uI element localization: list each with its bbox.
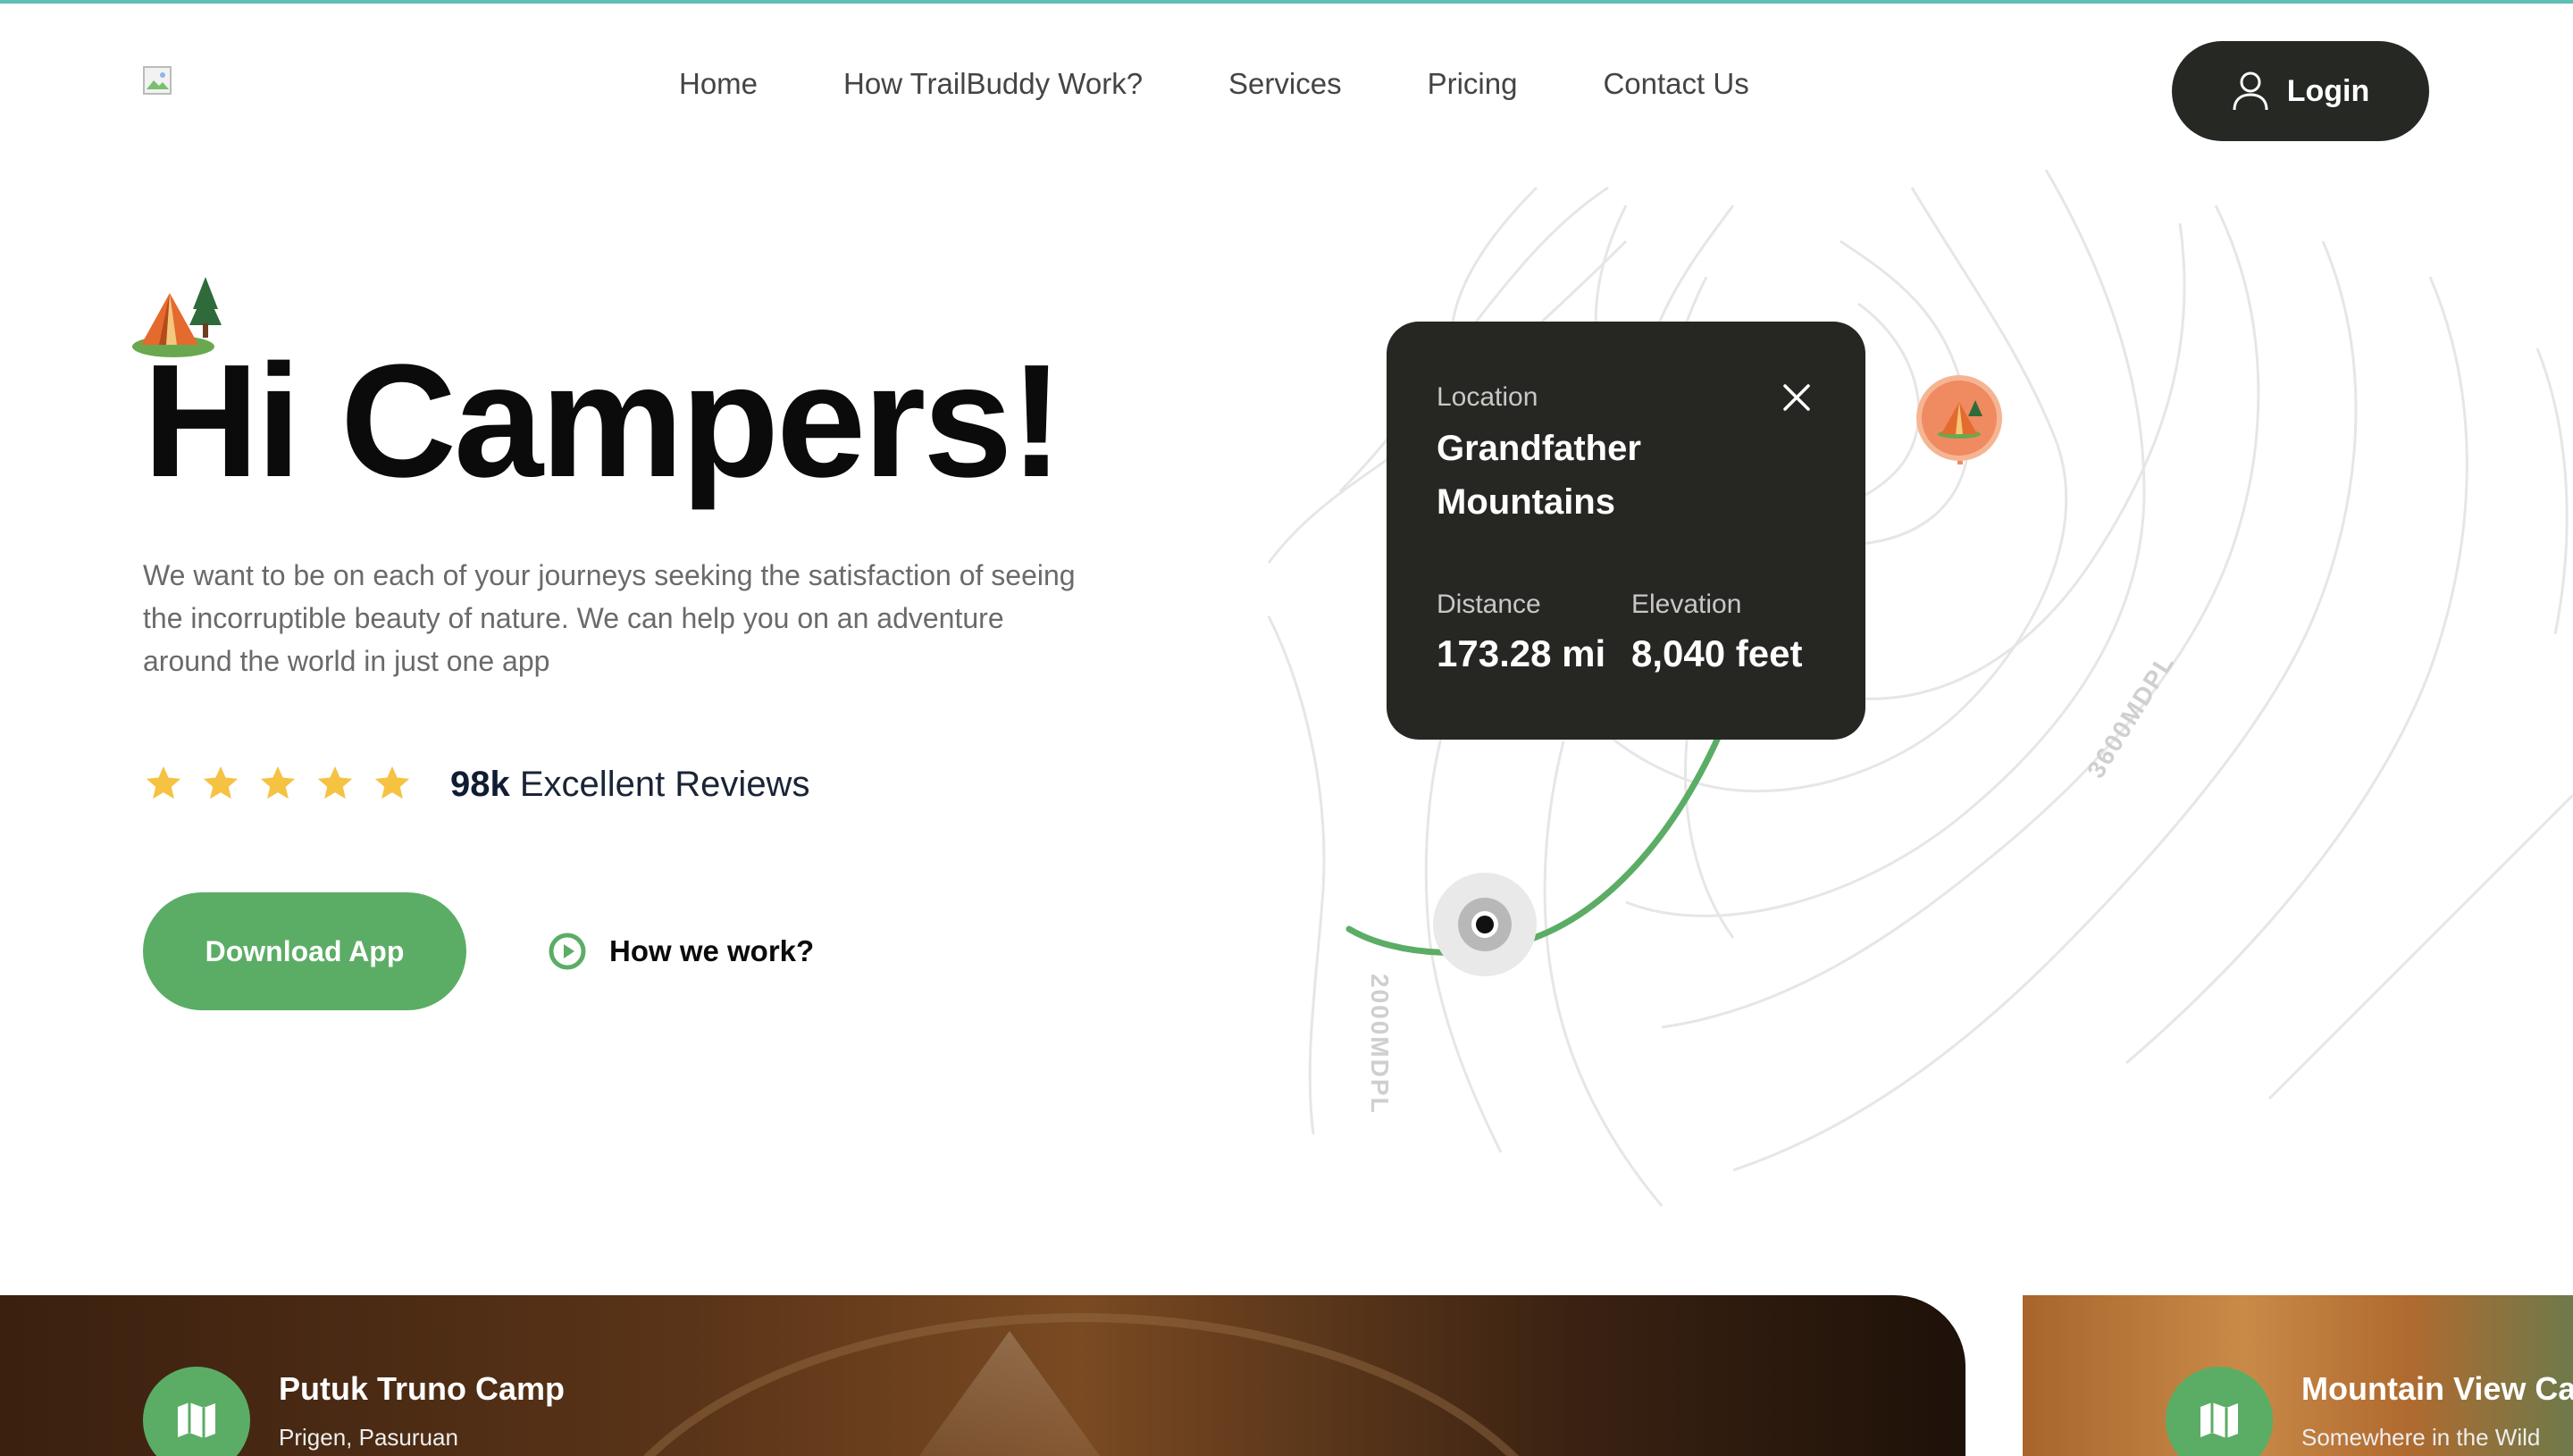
tent-icon [1938,400,1982,439]
distance-label: Distance [1437,590,1541,619]
location-card: Location Grandfather Mountains Distance … [1387,322,1865,740]
close-icon[interactable] [1780,381,1814,414]
location-value: Grandfather Mountains [1437,429,1641,522]
camp-card-putuk-truno[interactable]: Putuk Truno Camp Prigen, Pasuruan [0,1295,1965,1456]
download-app-button[interactable]: Download App [143,892,466,1010]
reviews-summary: 98k Excellent Reviews [450,765,809,805]
how-we-work-link[interactable]: How we work? [549,933,814,970]
broken-logo-image-icon[interactable] [143,66,173,96]
map-icon [178,1402,215,1438]
camp-card-mountain-view[interactable]: Mountain View Ca Somewhere in the Wild [2023,1295,2573,1456]
camp-title: Putuk Truno Camp [279,1370,566,1407]
elevation-value: 8,040 feet [1631,632,1803,674]
login-label: Login [2286,73,2370,108]
map-icon-badge [143,1367,250,1456]
star-icon [203,766,239,799]
star-icon [260,766,296,799]
camp-subtitle: Prigen, Pasuruan [279,1424,458,1451]
hero-title: Hi Campers! [143,331,1063,511]
main-nav: Home How TrailBuddy Work? Services Prici… [679,66,1835,102]
nav-contact-us[interactable]: Contact Us [1603,66,1748,102]
star-icon [146,766,181,799]
camp-title: Mountain View Ca [2301,1370,2573,1407]
nav-how-trailbuddy-works[interactable]: How TrailBuddy Work? [843,66,1143,102]
nav-services[interactable]: Services [1228,66,1342,102]
play-icon [549,933,586,970]
contour-label-2000: 2000MDPL [1366,974,1394,1115]
how-we-work-label: How we work? [609,934,815,967]
elevation-label: Elevation [1631,590,1742,619]
reviews-count: 98k [450,765,510,804]
top-accent-line [0,0,2573,4]
reviews-label: Excellent Reviews [519,765,810,804]
star-icon [374,766,410,799]
map-icon-badge [2166,1367,2273,1456]
distance-value: 173.28 mi [1437,632,1606,674]
nav-home[interactable]: Home [679,66,758,102]
rating-stars [143,763,413,804]
location-label: Location [1437,382,1538,412]
star-icon [317,766,353,799]
camp-subtitle: Somewhere in the Wild [2301,1424,2541,1451]
destination-pin[interactable] [1916,375,2002,461]
nav-pricing[interactable]: Pricing [1428,66,1518,102]
login-button[interactable]: Login [2172,41,2429,141]
hero-description: We want to be on each of your journeys s… [143,559,1076,677]
user-icon [2233,71,2268,111]
map-icon [2200,1402,2238,1438]
